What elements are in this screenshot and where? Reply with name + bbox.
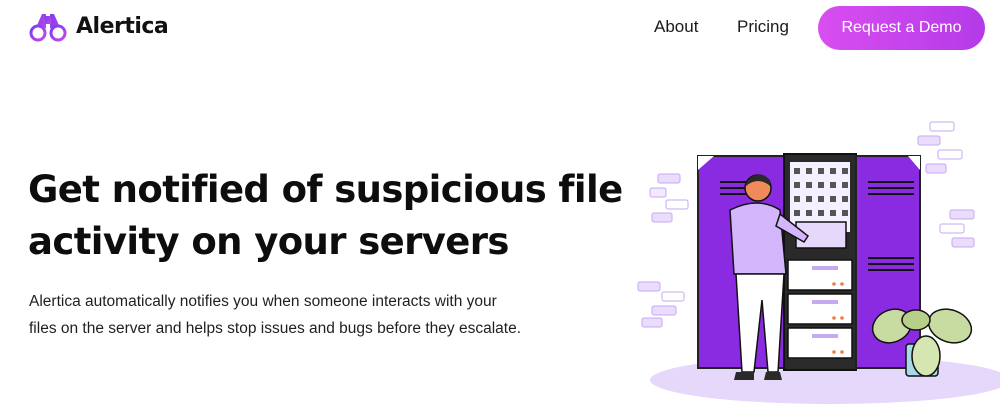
wall-bricks-left (637, 173, 689, 328)
nav-link-about[interactable]: About (654, 17, 698, 37)
hero-title-line-1: Get notified of suspicious file (28, 168, 623, 211)
server-units (787, 259, 853, 359)
hero-title-line-2: activity on your servers (28, 220, 509, 263)
navbar: Alertica About Pricing Request a Demo (0, 0, 1000, 56)
hero-title: Get notified of suspicious file activity… (28, 164, 628, 268)
binoculars-icon (29, 14, 67, 42)
server-rack-person-illustration (637, 121, 1000, 404)
brand-name: Alertica (76, 13, 169, 39)
request-demo-button[interactable]: Request a Demo (818, 6, 985, 50)
hero-subtitle-line-1: Alertica automatically notifies you when… (29, 293, 497, 310)
hero-subtitle: Alertica automatically notifies you when… (29, 288, 549, 342)
logo[interactable]: Alertica (28, 10, 169, 42)
wall-bricks-right (917, 121, 975, 248)
hero-subtitle-line-2: files on the server and helps stop issue… (29, 320, 521, 337)
nav-link-pricing[interactable]: Pricing (737, 17, 789, 37)
